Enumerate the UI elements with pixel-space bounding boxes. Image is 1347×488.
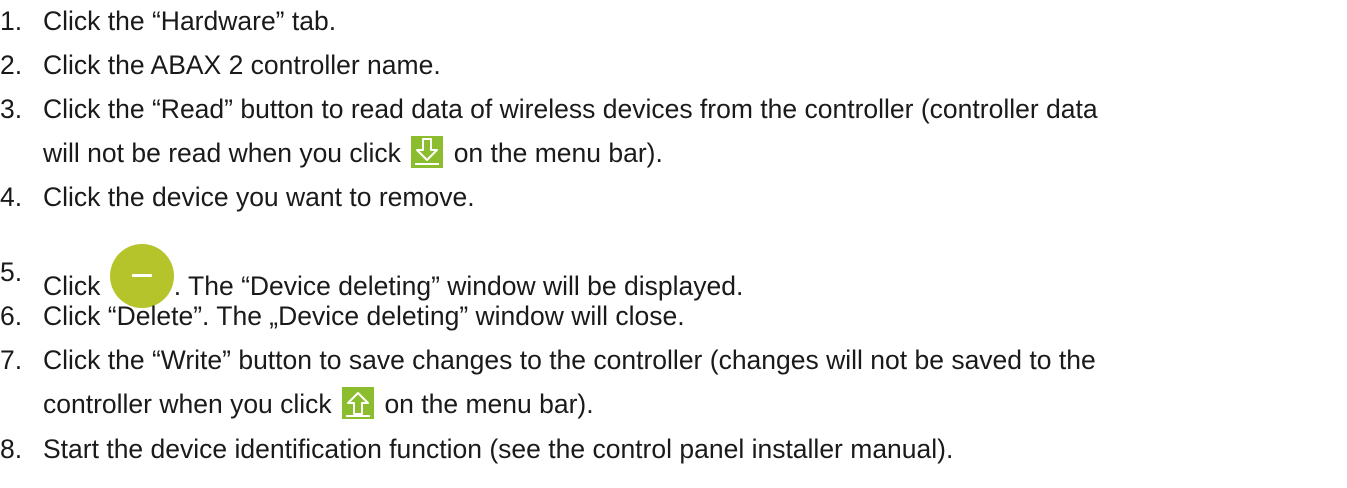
step-number: 1. (0, 6, 23, 36)
upload-arrow-icon (342, 387, 375, 419)
step-text-before-icon: will not be read when you click (43, 138, 401, 168)
step-text-after-icon: on the menu bar). (453, 138, 663, 168)
step-text: Click the ABAX 2 controller name. (43, 50, 441, 80)
step-number: 3. (0, 94, 23, 124)
step-text-before-icon: controller when you click (43, 389, 332, 419)
download-arrow-icon (411, 136, 444, 168)
step-text: Click the device you want to remove. (43, 182, 475, 212)
step-text-after-icon: . The “Device deleting” window will be d… (173, 271, 744, 301)
step-text: Click “Delete”. The „Device deleting” wi… (43, 301, 685, 331)
step-text-line-1: Click the “Write” button to save changes… (43, 345, 1096, 375)
step-number: 4. (0, 182, 23, 212)
step-text-line-2: will not be read when you click on the m… (43, 136, 663, 171)
step-text-after-icon: on the menu bar). (384, 389, 594, 419)
step-text: Start the device identification function… (43, 434, 954, 464)
step-number: 2. (0, 50, 23, 80)
minus-circle-icon (109, 244, 174, 308)
step-number: 8. (0, 434, 23, 464)
step-text: Click the “Hardware” tab. (43, 6, 337, 36)
step-number: 7. (0, 345, 23, 375)
step-text-line-2: controller when you click on the menu ba… (43, 387, 594, 422)
step-text-before-icon: Click (43, 271, 101, 301)
step-number: 6. (0, 301, 23, 331)
step-number: 5. (0, 257, 23, 287)
step-text-line-1: Click the “Read” button to read data of … (43, 94, 1098, 124)
minus-bar (131, 274, 152, 277)
